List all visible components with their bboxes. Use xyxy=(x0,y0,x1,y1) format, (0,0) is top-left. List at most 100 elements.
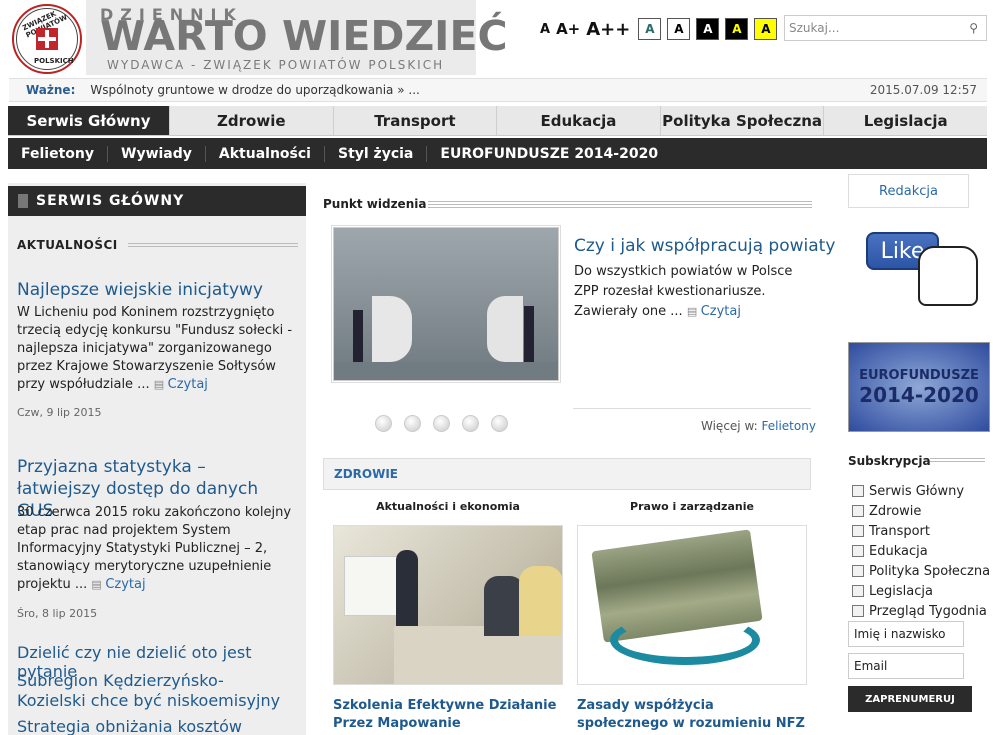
nav-polityka-spoleczna[interactable]: Polityka Społeczna xyxy=(661,106,825,135)
column-title: Aktualności i ekonomia xyxy=(376,500,520,513)
subscription-checkbox[interactable]: Transport xyxy=(852,521,990,541)
checkbox-icon[interactable] xyxy=(852,585,864,597)
whiteboard xyxy=(344,556,404,616)
puzzle-piece-right xyxy=(487,296,523,362)
email-field[interactable]: Email xyxy=(848,653,964,679)
article-caption[interactable]: Szkolenia Efektywne Działanie Przez Mapo… xyxy=(333,697,563,733)
subnav-aktualnosci[interactable]: Aktualności xyxy=(206,145,325,162)
page: ZWIĄZEK POWIATÓW POLSKICH DZIENNIK WARTO… xyxy=(0,0,993,735)
search-icon[interactable]: ⚲ xyxy=(969,21,978,35)
section-divider xyxy=(128,243,298,247)
contrast-default[interactable]: A xyxy=(638,18,662,40)
contrast-black-yellow[interactable]: A xyxy=(725,18,749,40)
accessibility-controls: A A+ A++ A A A A A xyxy=(540,18,778,40)
subnav-wywiady[interactable]: Wywiady xyxy=(108,145,206,162)
article-link[interactable]: Strategia obniżania kosztów xyxy=(17,717,302,735)
subscription-checkbox[interactable]: Zdrowie xyxy=(852,501,990,521)
font-size-xlarge[interactable]: A++ xyxy=(586,19,630,40)
redakcja-label: Redakcja xyxy=(879,183,938,199)
participant-figure xyxy=(484,576,524,636)
checkbox-label: Transport xyxy=(869,523,931,539)
section-divider xyxy=(930,458,985,462)
slider-dot[interactable] xyxy=(433,415,450,432)
subnav-styl-zycia[interactable]: Styl życia xyxy=(325,145,428,162)
zpp-logo[interactable]: ZWIĄZEK POWIATÓW POLSKICH xyxy=(12,4,82,74)
slider-dot[interactable] xyxy=(375,415,392,432)
article-excerpt: 30 czerwca 2015 roku zakończono kolejny … xyxy=(17,504,299,594)
contrast-black[interactable]: A xyxy=(696,18,720,40)
site-subtitle: WYDAWCA - ZWIĄZEK POWIATÓW POLSKICH xyxy=(107,58,445,72)
nav-transport[interactable]: Transport xyxy=(334,106,498,135)
slider-dot[interactable] xyxy=(462,415,479,432)
subscription-checkbox[interactable]: Serwis Główny xyxy=(852,481,990,501)
logo-cross-icon xyxy=(36,28,58,50)
article-date: Czw, 9 lip 2015 xyxy=(17,406,102,419)
subscription-checkbox[interactable]: Polityka Społeczna xyxy=(852,561,990,581)
contrast-yellow[interactable]: A xyxy=(754,18,778,40)
article-image-meeting[interactable] xyxy=(333,525,563,685)
puzzle-piece-left xyxy=(372,296,412,362)
subscription-title: Subskrypcja xyxy=(848,454,931,468)
more-label: Więcej w: xyxy=(701,419,758,433)
subnav-felietony[interactable]: Felietony xyxy=(8,145,108,162)
slider-dot[interactable] xyxy=(404,415,421,432)
email-placeholder: Email xyxy=(854,659,888,673)
breaking-message[interactable]: Wspólnoty gruntowe w drodze do uporządko… xyxy=(90,83,419,97)
checkbox-icon[interactable] xyxy=(852,565,864,577)
left-header-title: SERWIS GŁÓWNY xyxy=(36,193,185,209)
more-link[interactable]: Felietony xyxy=(761,419,815,433)
stethoscope xyxy=(610,615,760,665)
current-datetime: 2015.07.09 12:57 xyxy=(869,83,977,97)
font-size-normal[interactable]: A xyxy=(540,22,550,37)
nav-legislacja[interactable]: Legislacja xyxy=(824,106,987,135)
checkbox-icon[interactable] xyxy=(852,505,864,517)
breaking-news-bar: Ważne: Wspólnoty gruntowe w drodze do up… xyxy=(9,78,987,102)
slide-excerpt: Do wszystkich powiatów w Polsce ZPP roze… xyxy=(574,262,819,322)
nav-serwis-glowny[interactable]: Serwis Główny xyxy=(8,106,170,135)
read-more-link[interactable]: Czytaj xyxy=(687,304,741,319)
checkbox-label: Edukacja xyxy=(869,543,928,559)
divider xyxy=(573,408,811,409)
checkbox-icon[interactable] xyxy=(852,545,864,557)
site-title[interactable]: WARTO WIEDZIEĆ xyxy=(100,12,508,60)
slide-body: Do wszystkich powiatów w Polsce ZPP roze… xyxy=(574,264,793,319)
header-marker-icon xyxy=(18,194,28,208)
slide-title[interactable]: Czy i jak współpracują powiaty xyxy=(574,236,835,256)
article-caption[interactable]: Zasady współżycia społecznego w rozumien… xyxy=(577,697,807,733)
subscription-options: Serwis Główny Zdrowie Transport Edukacja… xyxy=(852,481,990,621)
checkbox-icon[interactable] xyxy=(852,485,864,497)
checkbox-label: Zdrowie xyxy=(869,503,922,519)
read-more-link[interactable]: Czytaj xyxy=(154,377,208,392)
section-header-zdrowie[interactable]: ZDROWIE xyxy=(323,458,811,490)
contrast-white[interactable]: A xyxy=(667,18,691,40)
section-title-aktualnosci: AKTUALNOŚCI xyxy=(17,238,118,252)
section-title-punkt-widzenia: Punkt widzenia xyxy=(323,197,427,211)
subscription-checkbox[interactable]: Edukacja xyxy=(852,541,990,561)
redakcja-button[interactable]: Redakcja xyxy=(848,174,969,208)
slider-dot[interactable] xyxy=(491,415,508,432)
subnav-eurofundusze[interactable]: EUROFUNDUSZE 2014-2020 xyxy=(427,146,671,162)
read-more-link[interactable]: Czytaj xyxy=(91,577,145,592)
logo-text-bottom: POLSKICH xyxy=(34,57,74,65)
nav-edukacja[interactable]: Edukacja xyxy=(497,106,661,135)
figure-right xyxy=(524,306,534,362)
subscribe-button[interactable]: ZAPRENUMERUJ xyxy=(848,686,972,712)
article-title[interactable]: Najlepsze wiejskie inicjatywy xyxy=(17,279,297,301)
subscription-checkbox[interactable]: Legislacja xyxy=(852,581,990,601)
article-link[interactable]: Subregion Kędzierzyńsko-Kozielski chce b… xyxy=(17,671,287,711)
checkbox-icon[interactable] xyxy=(852,605,864,617)
subscription-checkbox[interactable]: Przegląd Tygodnia xyxy=(852,601,990,621)
checkbox-icon[interactable] xyxy=(852,525,864,537)
search-input[interactable]: Szukaj... ⚲ xyxy=(784,15,987,41)
eurofundusze-banner[interactable]: EUROFUNDUSZE 2014-2020 xyxy=(848,342,990,432)
checkbox-label: Serwis Główny xyxy=(869,483,965,499)
name-field[interactable]: Imię i nazwisko xyxy=(848,621,964,647)
pointer-hand-icon xyxy=(918,246,978,306)
column-title: Prawo i zarządzanie xyxy=(630,500,754,513)
checkbox-label: Polityka Społeczna xyxy=(869,563,991,579)
breaking-label: Ważne: xyxy=(26,83,76,97)
font-size-large[interactable]: A+ xyxy=(556,20,580,38)
nav-zdrowie[interactable]: Zdrowie xyxy=(170,106,334,135)
figure-left xyxy=(353,310,363,362)
subscribe-label: ZAPRENUMERUJ xyxy=(865,693,955,705)
